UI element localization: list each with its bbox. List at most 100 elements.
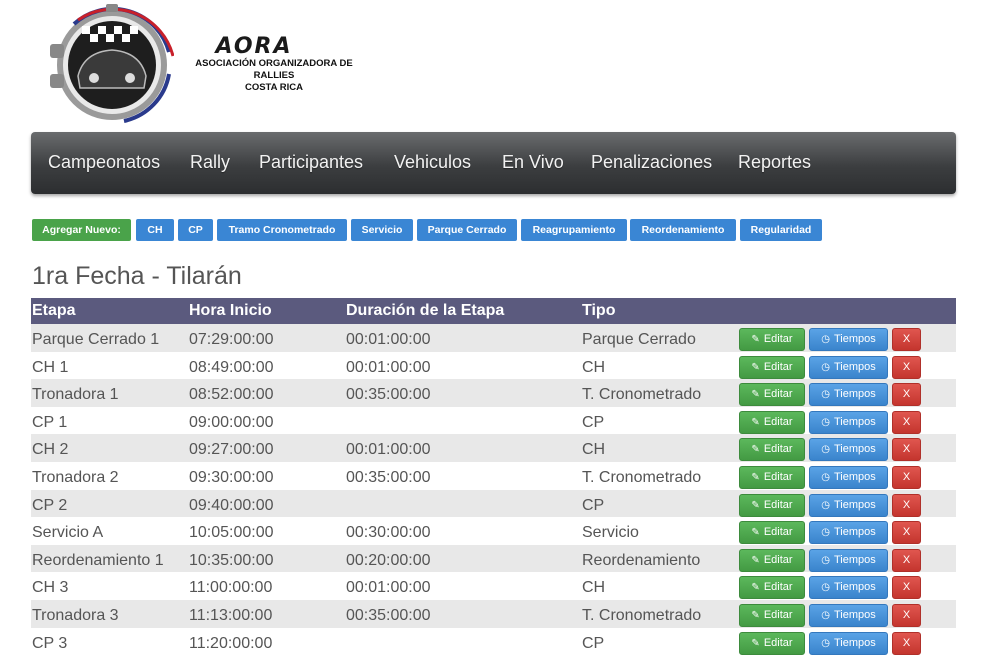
edit-button[interactable]: ✎ Editar — [739, 355, 805, 379]
delete-button[interactable]: X — [892, 548, 921, 572]
cell-etapa: CH 2 — [32, 441, 69, 459]
edit-button[interactable]: ✎ Editar — [739, 548, 805, 572]
nav-penalizaciones[interactable]: Penalizaciones — [591, 151, 712, 173]
nav-rally[interactable]: Rally — [190, 151, 230, 173]
tiempos-button[interactable]: ◷ Tiempos — [809, 548, 888, 572]
table-row: CP 1 09:00:00:00 CP ✎ Editar ◷ Tiempos X — [31, 406, 956, 435]
cell-tipo: Servicio — [582, 524, 639, 542]
tiempos-button[interactable]: ◷ Tiempos — [809, 521, 888, 545]
edit-button-label: Editar — [763, 498, 793, 511]
header-duracion: Duración de la Etapa — [346, 302, 505, 319]
delete-button[interactable]: X — [892, 355, 921, 379]
table-row: Tronadora 2 09:30:00:00 00:35:00:00 T. Cron… — [31, 461, 956, 490]
tiempos-button-label: Tiempos — [833, 470, 876, 483]
pencil-icon: ✎ — [751, 471, 760, 483]
tiempos-button-label: Tiempos — [833, 443, 876, 456]
cell-duracion: 00:35:00:00 — [346, 386, 431, 404]
nav-vehiculos[interactable]: Vehiculos — [394, 151, 471, 173]
delete-button[interactable]: X — [892, 493, 921, 517]
tiempos-button-label: Tiempos — [833, 526, 876, 539]
delete-button[interactable]: X — [892, 328, 921, 351]
delete-button-label: X — [902, 581, 911, 594]
delete-button-label: X — [902, 526, 911, 539]
delete-button[interactable]: X — [892, 521, 921, 545]
edit-button[interactable]: ✎ Editar — [739, 603, 805, 627]
cell-etapa: CP 1 — [32, 413, 68, 431]
edit-button[interactable]: ✎ Editar — [739, 438, 805, 462]
tiempos-button[interactable]: ◷ Tiempos — [809, 328, 888, 351]
tiempos-button[interactable]: ◷ Tiempos — [809, 355, 888, 379]
delete-button-label: X — [902, 360, 911, 373]
tiempos-button[interactable]: ◷ Tiempos — [809, 410, 888, 434]
add-servicio-button[interactable]: Servicio — [351, 219, 413, 241]
tiempos-button-label: Tiempos — [833, 636, 876, 649]
edit-button-label: Editar — [763, 470, 793, 483]
delete-button-label: X — [902, 553, 911, 566]
tiempos-button[interactable]: ◷ Tiempos — [809, 631, 888, 655]
add-cp-button[interactable]: CP — [178, 219, 213, 241]
delete-button[interactable]: X — [892, 465, 921, 489]
tiempos-button-label: Tiempos — [833, 553, 876, 566]
cell-duracion: 00:20:00:00 — [346, 551, 431, 569]
tiempos-button-label: Tiempos — [833, 581, 876, 594]
edit-button[interactable]: ✎ Editar — [739, 465, 805, 489]
edit-button[interactable]: ✎ Editar — [739, 410, 805, 434]
delete-button[interactable]: X — [892, 410, 921, 434]
delete-button[interactable]: X — [892, 603, 921, 627]
cell-hora-inicio: 08:52:00:00 — [189, 386, 274, 404]
tiempos-button[interactable]: ◷ Tiempos — [809, 576, 888, 600]
nav-reportes[interactable]: Reportes — [738, 151, 811, 173]
delete-button[interactable]: X — [892, 438, 921, 462]
add-parque-cerrado-button[interactable]: Parque Cerrado — [417, 219, 517, 241]
cell-hora-inicio: 11:00:00:00 — [189, 579, 273, 597]
nav-participantes[interactable]: Participantes — [259, 151, 363, 173]
pencil-icon: ✎ — [751, 444, 760, 456]
edit-button-label: Editar — [763, 581, 793, 594]
cell-hora-inicio: 09:30:00:00 — [189, 468, 274, 486]
delete-button[interactable]: X — [892, 576, 921, 600]
nav-campeonatos[interactable]: Campeonatos — [48, 151, 160, 173]
add-regularidad-button[interactable]: Regularidad — [740, 219, 822, 241]
edit-button[interactable]: ✎ Editar — [739, 383, 805, 407]
delete-button-label: X — [902, 333, 911, 345]
edit-button[interactable]: ✎ Editar — [739, 328, 805, 351]
edit-button[interactable]: ✎ Editar — [739, 576, 805, 600]
nav-en-vivo[interactable]: En Vivo — [502, 151, 564, 173]
add-reagrupamiento-button[interactable]: Reagrupamiento — [521, 219, 627, 241]
table-row: Tronadora 1 08:52:00:00 00:35:00:00 T. Cron… — [31, 379, 956, 407]
edit-button[interactable]: ✎ Editar — [739, 493, 805, 517]
tiempos-button[interactable]: ◷ Tiempos — [809, 465, 888, 489]
tiempos-button[interactable]: ◷ Tiempos — [809, 438, 888, 462]
edit-button[interactable]: ✎ Editar — [739, 521, 805, 545]
add-reordenamiento-button[interactable]: Reordenamiento — [630, 219, 736, 241]
table-row: CP 3 11:20:00:00 CP ✎ Editar ◷ Tiempos X — [31, 627, 956, 656]
tiempos-button[interactable]: ◷ Tiempos — [809, 383, 888, 407]
delete-button-label: X — [902, 636, 911, 649]
cell-duracion: 00:35:00:00 — [346, 606, 431, 624]
edit-button[interactable]: ✎ Editar — [739, 631, 805, 655]
clock-icon: ◷ — [821, 471, 830, 483]
clock-icon: ◷ — [821, 637, 830, 649]
add-tramo-button[interactable]: Tramo Cronometrado — [217, 219, 347, 241]
delete-button-label: X — [902, 470, 911, 483]
edit-button-label: Editar — [763, 415, 793, 428]
main-navbar: Campeonatos Rally Participantes Vehiculo… — [31, 132, 956, 194]
page-header: AORA ASOCIACIÓN ORGANIZADORA DE RALLIES … — [0, 0, 1000, 130]
cell-hora-inicio: 09:40:00:00 — [189, 496, 274, 514]
cell-hora-inicio: 11:20:00:00 — [189, 634, 273, 652]
add-ch-button[interactable]: CH — [136, 219, 174, 241]
aora-emblem-logo — [50, 4, 174, 123]
table-body: Parque Cerrado 1 07:29:00:00 00:01:00:00 Pa… — [31, 324, 956, 656]
clock-icon: ◷ — [821, 582, 830, 594]
cell-tipo: Parque Cerrado — [582, 331, 696, 348]
tiempos-button-label: Tiempos — [833, 608, 876, 621]
brand-name: AORA — [215, 34, 293, 59]
delete-button[interactable]: X — [892, 383, 921, 407]
clock-icon: ◷ — [821, 527, 830, 539]
tiempos-button[interactable]: ◷ Tiempos — [809, 603, 888, 627]
clock-icon: ◷ — [821, 609, 830, 621]
pencil-icon: ✎ — [751, 334, 760, 345]
cell-etapa: Tronadora 1 — [32, 386, 119, 404]
tiempos-button[interactable]: ◷ Tiempos — [809, 493, 888, 517]
delete-button[interactable]: X — [892, 631, 921, 655]
